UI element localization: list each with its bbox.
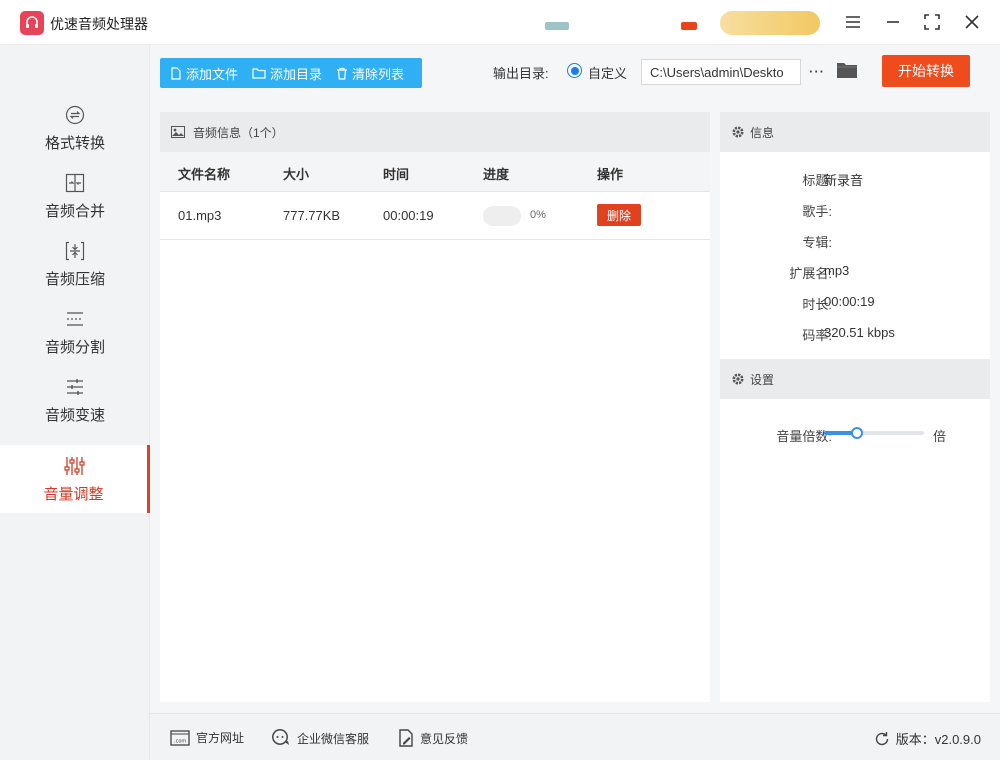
promo-pill[interactable] — [720, 11, 820, 35]
audio-split-icon — [64, 308, 86, 330]
official-website-label: 官方网址 — [196, 731, 245, 745]
output-path-field[interactable] — [641, 59, 801, 85]
table-header: 文件名称 大小 时间 进度 操作 — [160, 152, 710, 192]
start-convert-button[interactable]: 开始转换 — [882, 55, 970, 87]
add-folder-button[interactable]: 添加目录 — [252, 64, 322, 83]
column-size: 大小 — [283, 167, 310, 182]
gear-icon — [732, 126, 744, 138]
info-value-bitrate: 320.51 kbps — [824, 325, 895, 340]
file-toolbar: 添加文件 添加目录 清除列表 — [160, 58, 422, 88]
audio-info-panel: 音频信息（1个） 文件名称 大小 时间 进度 操作 01.mp3 777.77K… — [160, 112, 710, 702]
sidebar-item-audio-merge[interactable]: 音频合并 — [0, 162, 150, 230]
promo-banner[interactable] — [545, 22, 569, 30]
maximize-icon[interactable] — [920, 10, 944, 34]
sidebar-item-label: 音频分割 — [44, 338, 105, 356]
minimize-icon[interactable] — [881, 10, 905, 34]
sidebar: 格式转换 音频合并 音频压缩 音频分割 音频变速 音量调整 — [0, 45, 150, 760]
info-panel: 信息 标题: 新录音 歌手: 专辑: 扩展名: mp3 时长: 00:00:19… — [720, 112, 990, 702]
refresh-icon — [875, 731, 888, 745]
sidebar-item-audio-compress[interactable]: 音频压缩 — [0, 230, 150, 298]
feedback-label: 意见反馈 — [420, 731, 469, 746]
wechat-service-label: 企业微信客服 — [297, 731, 370, 746]
close-icon[interactable] — [960, 10, 984, 34]
menu-icon[interactable] — [841, 10, 865, 34]
output-directory-label: 输出目录: — [493, 66, 549, 81]
audio-speed-icon — [64, 376, 86, 398]
volume-slider[interactable] — [824, 427, 924, 439]
volume-slider-handle[interactable] — [851, 427, 863, 439]
info-label-artist: 歌手: — [802, 204, 832, 219]
column-filename: 文件名称 — [178, 167, 231, 182]
volume-multiplier-label: 音量倍数: — [776, 429, 832, 444]
app-title: 优速音频处理器 — [50, 16, 148, 32]
custom-output-label[interactable]: 自定义 — [588, 63, 627, 82]
version-label: 版本：v2.0.9.0 — [895, 732, 981, 747]
settings-header: 设置 — [720, 359, 990, 399]
footer: .com 官方网址 企业微信客服 意见反馈 版本：v2.0.9.0 — [150, 713, 1000, 760]
column-progress: 进度 — [483, 167, 510, 182]
column-action: 操作 — [597, 167, 624, 182]
delete-button[interactable]: 删除 — [597, 204, 641, 226]
info-value-title: 新录音 — [824, 173, 864, 188]
sidebar-item-audio-speed[interactable]: 音频变速 — [0, 366, 150, 434]
format-convert-icon — [64, 104, 86, 126]
browse-more-button[interactable]: ··· — [808, 58, 826, 84]
sidebar-item-label: 格式转换 — [44, 134, 105, 152]
info-value-extension: mp3 — [824, 263, 850, 278]
sidebar-item-volume-adjust[interactable]: 音量调整 — [0, 445, 150, 513]
trash-icon — [337, 67, 348, 80]
sidebar-item-label: 音频变速 — [44, 406, 105, 424]
open-folder-icon[interactable] — [836, 60, 858, 82]
image-icon — [171, 126, 185, 138]
feedback-icon — [399, 729, 413, 747]
wechat-icon — [272, 729, 289, 745]
sidebar-item-label: 音量调整 — [43, 485, 104, 503]
progress-text: 0% — [530, 209, 546, 221]
add-file-label: 添加文件 — [186, 66, 239, 82]
add-folder-label: 添加目录 — [270, 66, 323, 82]
feedback-link[interactable]: 意见反馈 — [398, 729, 468, 747]
audio-compress-icon — [64, 240, 86, 262]
version-info: 版本：v2.0.9.0 — [874, 729, 981, 748]
info-title: 信息 — [750, 125, 775, 140]
custom-output-radio[interactable] — [567, 63, 582, 78]
file-duration: 00:00:19 — [383, 208, 434, 223]
volume-adjust-icon — [63, 455, 85, 477]
progress-bar — [483, 206, 521, 226]
clear-list-label: 清除列表 — [352, 66, 405, 82]
file-icon — [171, 66, 181, 80]
audio-merge-icon — [64, 172, 86, 194]
wechat-service-link[interactable]: 企业微信客服 — [271, 729, 369, 747]
website-icon: .com — [170, 729, 190, 746]
volume-unit: 倍 — [933, 429, 947, 444]
app-logo-icon — [20, 11, 44, 35]
info-header: 信息 — [720, 112, 990, 152]
info-value-duration: 00:00:19 — [824, 294, 875, 309]
info-label-album: 专辑: — [802, 235, 832, 250]
folder-icon — [252, 68, 266, 79]
add-file-button[interactable]: 添加文件 — [170, 64, 238, 83]
title-bar: 优速音频处理器 — [0, 0, 1000, 45]
column-time: 时间 — [383, 167, 410, 182]
clear-list-button[interactable]: 清除列表 — [336, 64, 404, 83]
file-name: 01.mp3 — [178, 208, 222, 223]
sidebar-item-format-convert[interactable]: 格式转换 — [0, 94, 150, 162]
audio-panel-title: 音频信息（1个） — [193, 125, 284, 140]
official-website-link[interactable]: .com 官方网址 — [170, 729, 244, 746]
promo-badge[interactable] — [681, 22, 697, 30]
svg-text:.com: .com — [174, 738, 186, 744]
settings-title: 设置 — [750, 372, 775, 387]
gear-icon — [732, 373, 744, 385]
sidebar-item-audio-split[interactable]: 音频分割 — [0, 298, 150, 366]
sidebar-item-label: 音频压缩 — [44, 270, 105, 288]
audio-panel-header: 音频信息（1个） — [160, 112, 710, 152]
file-size: 777.77KB — [283, 208, 341, 223]
sidebar-item-label: 音频合并 — [44, 202, 105, 220]
